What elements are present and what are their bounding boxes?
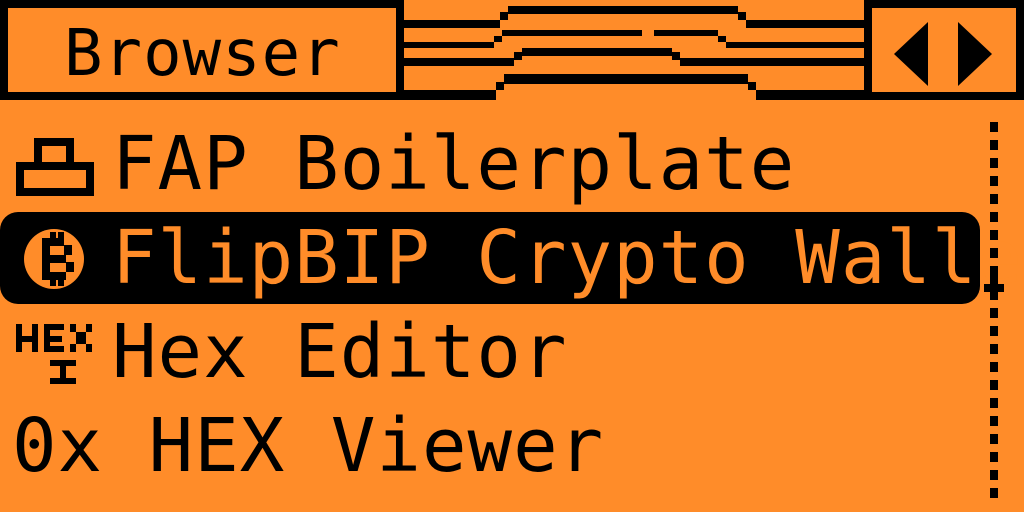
list-item-flipbip-crypto-wallet[interactable]: FlipBIP Crypto Wallet [0, 212, 1024, 304]
title-tab: Browser [0, 0, 404, 100]
hex-editor-icon [16, 324, 92, 384]
list-item-fap-boilerplate[interactable]: FAP Boilerplate [0, 118, 980, 210]
arrow-left-icon[interactable] [894, 22, 928, 86]
list-item-label: FlipBIP Crypto Wallet [112, 215, 1024, 301]
list-item-label: FAP Boilerplate [112, 121, 796, 207]
file-list: FAP Boilerplate FlipBIP Crypto Wallet He… [0, 118, 1024, 512]
window-title: Browser [64, 17, 341, 91]
bitcoin-icon [24, 229, 84, 289]
list-item-label: Hex Editor [112, 309, 568, 395]
list-item-label: 0x HEX Viewer [12, 403, 605, 489]
arrow-right-icon[interactable] [958, 22, 992, 86]
scrollbar[interactable] [980, 118, 1024, 512]
list-item-hex-viewer[interactable]: 0x HEX Viewer [0, 400, 980, 492]
header-decoration [404, 6, 864, 100]
list-item-hex-editor[interactable]: Hex Editor [0, 306, 980, 398]
nav-arrows[interactable] [864, 0, 1024, 100]
app-icon [16, 138, 94, 196]
